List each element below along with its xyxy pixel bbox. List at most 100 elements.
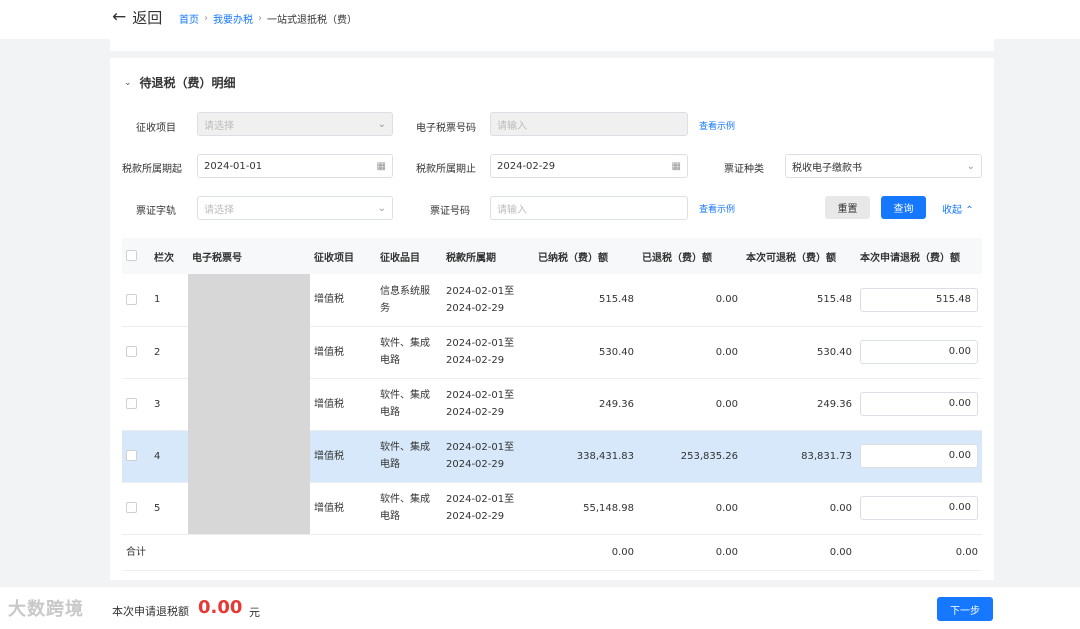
row-number: 2 — [150, 326, 188, 379]
period-end-input[interactable]: 2024-02-29 ▦ — [490, 154, 688, 178]
back-label: 返回 — [132, 9, 163, 27]
ticket-word-select[interactable]: 请选择 ⌄ — [197, 196, 393, 220]
total-refund-label: 本次申请退税额 — [112, 605, 189, 618]
col-header: 栏次 — [150, 238, 188, 274]
breadcrumb-current: 一站式退抵税（费） — [267, 15, 357, 26]
row-checkbox[interactable] — [122, 430, 150, 483]
apply-amount-input[interactable]: 0.00 — [860, 340, 978, 364]
back-button[interactable]: ← 返回 — [112, 7, 162, 28]
paid-amount: 530.40 — [534, 326, 638, 379]
period-start-label: 税款所属期起 — [122, 164, 182, 175]
e-ticket-no-input[interactable]: 请输入 — [490, 112, 688, 136]
refundable-amount: 83,831.73 — [742, 430, 856, 483]
refundable-amount: 515.48 — [742, 274, 856, 327]
collapse-label: 收起 — [942, 205, 962, 216]
levy-item-label: 征收项目 — [136, 123, 176, 134]
levy-subitem: 软件、集成电路 — [376, 326, 442, 379]
levy-subitem: 软件、集成电路 — [376, 430, 442, 483]
ticket-word-label: 票证字轨 — [136, 206, 176, 217]
row-checkbox[interactable] — [122, 482, 150, 535]
paid-amount: 249.36 — [534, 378, 638, 431]
tax-period: 2024-02-01至2024-02-29 — [442, 482, 534, 535]
summary-paid: 0.00 — [534, 534, 638, 571]
levy-item: 增值税 — [310, 482, 376, 535]
calendar-icon: ▦ — [376, 160, 386, 172]
ticket-no-label: 票证号码 — [430, 206, 470, 217]
ticket-type-label: 票证种类 — [724, 164, 764, 175]
levy-item: 增值税 — [310, 378, 376, 431]
ticket-type-select[interactable]: 税收电子缴款书 ⌄ — [785, 154, 982, 178]
footer-bar: 大数跨境 本次申请退税额 0.00 元 下一步 — [0, 587, 1080, 629]
col-header: 征收项目 — [310, 238, 376, 274]
period-end-label: 税款所属期止 — [416, 164, 476, 175]
summary-label: 合计 — [122, 534, 310, 571]
ticket-word-placeholder: 请选择 — [204, 204, 234, 216]
apply-amount-input[interactable]: 0.00 — [860, 392, 978, 416]
table-row[interactable]: 1 增值税 信息系统服务 2024-02-01至2024-02-29 515.4… — [122, 274, 982, 535]
col-header: 电子税票号 — [188, 238, 310, 274]
arrow-left-icon: ← — [112, 7, 127, 27]
paid-amount: 55,148.98 — [534, 482, 638, 535]
e-ticket-no-placeholder: 请输入 — [497, 120, 527, 132]
col-header: 本次申请退税（费）额 — [856, 238, 982, 274]
breadcrumb-tax[interactable]: 我要办税 — [213, 11, 253, 26]
refundable-amount: 530.40 — [742, 326, 856, 379]
apply-amount-input[interactable]: 0.00 — [860, 444, 978, 468]
total-refund-value: 0.00 — [198, 597, 243, 618]
row-number: 5 — [150, 482, 188, 535]
row-checkbox[interactable] — [122, 326, 150, 379]
summary-spacer — [310, 534, 534, 571]
chevron-right-icon: › — [204, 13, 208, 24]
reset-button[interactable]: 重置 — [825, 196, 870, 219]
refunded-amount: 253,835.26 — [638, 430, 742, 483]
row-checkbox[interactable] — [122, 274, 150, 327]
section-header[interactable]: ⌄ 待退税（费）明细 — [124, 74, 236, 91]
breadcrumb: 首页 › 我要办税 › 一站式退抵税（费） — [179, 11, 357, 26]
chevron-down-icon: ⌄ — [377, 202, 386, 214]
top-bar: ← 返回 首页 › 我要办税 › 一站式退抵税（费） — [0, 0, 1080, 39]
chevron-down-icon: ⌄ — [377, 118, 386, 130]
period-end-value: 2024-02-29 — [497, 160, 556, 172]
collapsed-panel — [110, 39, 994, 51]
apply-amount-input[interactable]: 0.00 — [860, 496, 978, 520]
row-checkbox[interactable] — [122, 378, 150, 431]
view-example-link[interactable]: 查看示例 — [699, 119, 735, 132]
breadcrumb-home[interactable]: 首页 — [179, 11, 199, 26]
watermark: 大数跨境 — [8, 599, 84, 620]
row-number: 3 — [150, 378, 188, 431]
levy-item: 增值税 — [310, 430, 376, 483]
summary-row: 合计 0.00 0.00 0.00 0.00 — [122, 534, 982, 571]
total-refund-unit: 元 — [249, 606, 260, 619]
next-step-button[interactable]: 下一步 — [937, 597, 993, 621]
levy-subitem: 软件、集成电路 — [376, 482, 442, 535]
paid-amount: 338,431.83 — [534, 430, 638, 483]
chevron-down-icon: ⌄ — [124, 77, 132, 88]
redacted-ticket-number — [188, 274, 310, 535]
chevron-down-icon: ⌄ — [966, 160, 975, 172]
period-start-input[interactable]: 2024-01-01 ▦ — [197, 154, 393, 178]
view-example-link[interactable]: 查看示例 — [699, 202, 735, 215]
select-all-checkbox[interactable] — [122, 238, 150, 274]
refund-table: 栏次 电子税票号 征收项目 征收品目 税款所属期 已纳税（费）额 已退税（费）额… — [122, 238, 982, 571]
refundable-amount: 249.36 — [742, 378, 856, 431]
levy-item: 增值税 — [310, 274, 376, 327]
apply-amount-input[interactable]: 515.48 — [860, 287, 978, 312]
query-button[interactable]: 查询 — [881, 196, 926, 219]
table-header: 栏次 电子税票号 征收项目 征收品目 税款所属期 已纳税（费）额 已退税（费）额… — [122, 238, 982, 274]
col-header: 税款所属期 — [442, 238, 534, 274]
collapse-toggle[interactable]: 收起 ⌃ — [942, 201, 974, 216]
summary-apply: 0.00 — [856, 534, 982, 571]
levy-item-select[interactable]: 请选择 ⌄ — [197, 112, 393, 136]
row-number: 1 — [150, 274, 188, 327]
ticket-no-placeholder: 请输入 — [497, 204, 527, 216]
refunded-amount: 0.00 — [638, 482, 742, 535]
refunded-amount: 0.00 — [638, 378, 742, 431]
chevron-up-icon: ⌃ — [965, 205, 974, 216]
col-header: 本次可退税（费）额 — [742, 238, 856, 274]
ticket-no-input[interactable]: 请输入 — [490, 196, 688, 220]
row-number: 4 — [150, 430, 188, 483]
refunded-amount: 0.00 — [638, 274, 742, 327]
tax-period: 2024-02-01至2024-02-29 — [442, 326, 534, 379]
levy-item-placeholder: 请选择 — [204, 120, 234, 132]
col-header: 征收品目 — [376, 238, 442, 274]
